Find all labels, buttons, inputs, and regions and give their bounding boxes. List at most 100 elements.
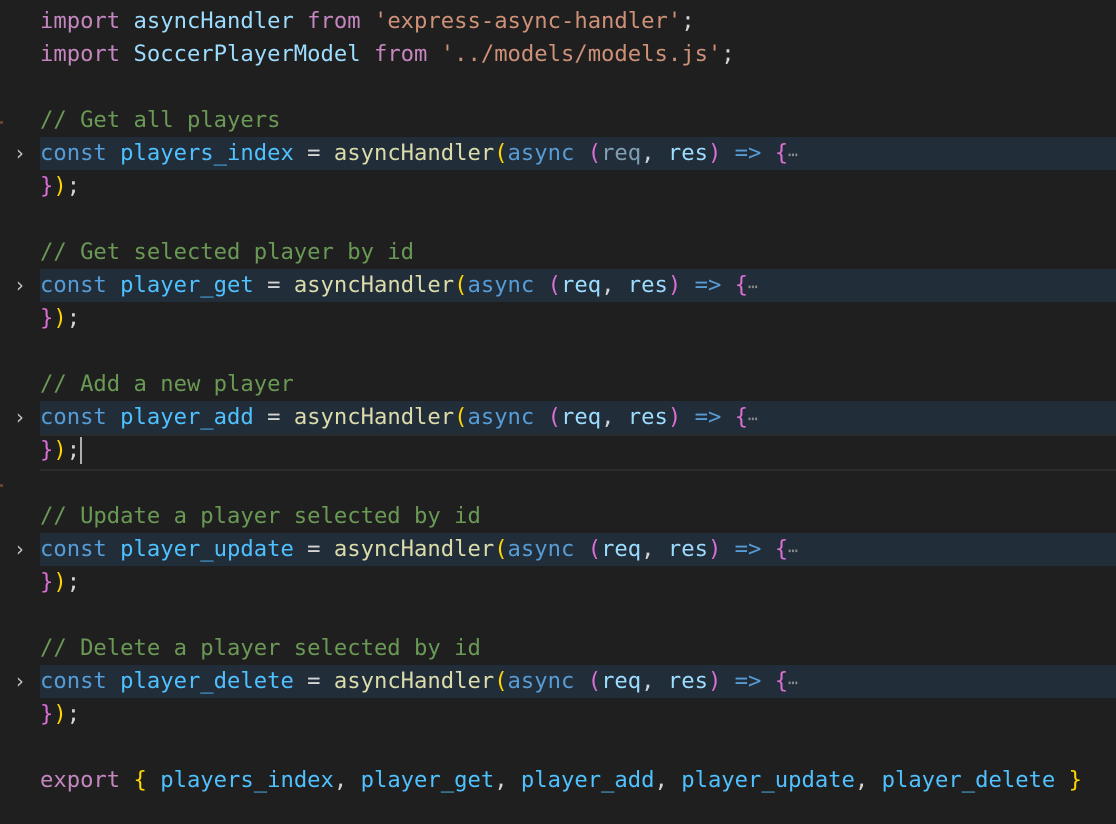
const-keyword: const (40, 404, 107, 430)
closing-line[interactable]: }); (0, 566, 1116, 599)
fold-ellipsis-icon[interactable]: ⋯ (788, 145, 798, 164)
import-line[interactable]: import asyncHandler from 'express-async-… (0, 5, 1116, 38)
open-paren: ( (494, 536, 508, 562)
empty-line[interactable] (0, 467, 1116, 500)
semicolon: ; (66, 569, 81, 595)
async-keyword: async (507, 140, 575, 166)
handler-call: asyncHandler (333, 140, 495, 166)
line-content (40, 71, 1116, 104)
comment: // Delete a player selected by id (40, 635, 481, 661)
empty-line[interactable] (0, 599, 1116, 632)
export-name: players_index (160, 767, 334, 793)
closing-line[interactable]: }); (0, 170, 1116, 203)
comment-line[interactable]: // Get selected player by id (0, 236, 1116, 269)
folded-function-line[interactable]: const player_update = asyncHandler(async… (0, 533, 1116, 566)
folded-function-line[interactable]: const player_delete = asyncHandler(async… (0, 665, 1116, 698)
comma: , (601, 272, 615, 298)
fold-ellipsis-icon[interactable]: ⋯ (748, 409, 758, 428)
param-open: ( (547, 404, 561, 430)
text-cursor (80, 437, 83, 464)
paren-close: ) (53, 437, 67, 463)
comment-line[interactable]: // Delete a player selected by id (0, 632, 1116, 665)
comma: , (854, 767, 869, 793)
function-name: player_add (120, 404, 254, 430)
handler-call: asyncHandler (293, 272, 455, 298)
paren-close: ) (53, 701, 67, 727)
comma: , (654, 767, 668, 793)
line-content (40, 467, 1116, 500)
handler-call: asyncHandler (333, 668, 495, 694)
brace-open: { (734, 404, 749, 430)
brace-close: } (40, 305, 54, 331)
closing-line[interactable]: }); (0, 302, 1116, 335)
comma: , (641, 140, 655, 166)
folded-function-line[interactable]: const players_index = asyncHandler(async… (0, 137, 1116, 170)
closing-line[interactable]: }); (0, 434, 1116, 471)
export-line[interactable]: export { players_index, player_get, play… (0, 764, 1116, 797)
export-name: player_update (681, 767, 855, 793)
comma: , (641, 668, 655, 694)
brace-open: { (774, 140, 789, 166)
brace-close: } (40, 437, 54, 463)
empty-line[interactable] (0, 731, 1116, 764)
comment-line[interactable]: // Get all players (0, 104, 1116, 137)
brace-open: { (774, 668, 789, 694)
semicolon: ; (66, 701, 81, 727)
import-source: '../models/models.js' (440, 41, 722, 67)
fold-ellipsis-icon[interactable]: ⋯ (788, 541, 798, 560)
handler-call: asyncHandler (333, 536, 495, 562)
equals: = (267, 404, 281, 430)
import-name: SoccerPlayerModel (133, 41, 361, 67)
import-name: asyncHandler (133, 8, 294, 34)
open-paren: ( (454, 404, 468, 430)
comment: // Update a player selected by id (40, 503, 481, 529)
equals: = (307, 536, 321, 562)
fold-chevron-icon[interactable]: › (16, 401, 32, 434)
param-open: ( (547, 272, 561, 298)
function-name: player_update (120, 536, 294, 562)
import-keyword: import (40, 8, 121, 34)
param-close: ) (667, 272, 682, 298)
comma: , (494, 767, 508, 793)
comma: , (601, 404, 615, 430)
empty-line[interactable] (0, 71, 1116, 104)
open-paren: ( (494, 668, 508, 694)
folded-function-line[interactable]: const player_add = asyncHandler(async (r… (0, 401, 1116, 434)
param-open: ( (587, 536, 602, 562)
fold-chevron-icon[interactable]: › (16, 665, 32, 698)
comment-line[interactable]: // Update a player selected by id (0, 500, 1116, 533)
const-keyword: const (40, 272, 107, 298)
paren-close: ) (53, 173, 67, 199)
param-req: req (561, 404, 602, 430)
line-content: const player_add = asyncHandler(async (r… (40, 401, 1116, 434)
export-keyword: export (40, 767, 121, 793)
arrow: => (734, 536, 762, 562)
fold-chevron-icon[interactable]: › (16, 533, 32, 566)
line-content (40, 335, 1116, 368)
fold-chevron-icon[interactable]: › (16, 269, 32, 302)
fold-ellipsis-icon[interactable]: ⋯ (748, 277, 758, 296)
param-req: req (601, 536, 642, 562)
comma: , (333, 767, 348, 793)
line-content: }); (40, 302, 1116, 335)
function-name: player_delete (120, 668, 294, 694)
equals: = (267, 272, 281, 298)
fold-chevron-icon[interactable]: › (16, 137, 32, 170)
export-name: player_delete (881, 767, 1056, 793)
async-keyword: async (467, 272, 535, 298)
empty-line[interactable] (0, 203, 1116, 236)
line-content: import SoccerPlayerModel from '../models… (40, 38, 1116, 71)
empty-line[interactable] (0, 335, 1116, 368)
comment-line[interactable]: // Add a new player (0, 368, 1116, 401)
semicolon: ; (66, 437, 81, 463)
folded-function-line[interactable]: const player_get = asyncHandler(async (r… (0, 269, 1116, 302)
export-name: player_get (360, 767, 495, 793)
param-req: req (601, 140, 642, 166)
fold-ellipsis-icon[interactable]: ⋯ (788, 673, 798, 692)
line-content: export { players_index, player_get, play… (40, 764, 1116, 797)
closing-line[interactable]: }); (0, 698, 1116, 731)
code-editor[interactable]: import asyncHandler from 'express-async-… (0, 5, 1116, 797)
line-content: }); (40, 434, 1116, 471)
line-content: import asyncHandler from 'express-async-… (40, 5, 1116, 38)
import-line[interactable]: import SoccerPlayerModel from '../models… (0, 38, 1116, 71)
